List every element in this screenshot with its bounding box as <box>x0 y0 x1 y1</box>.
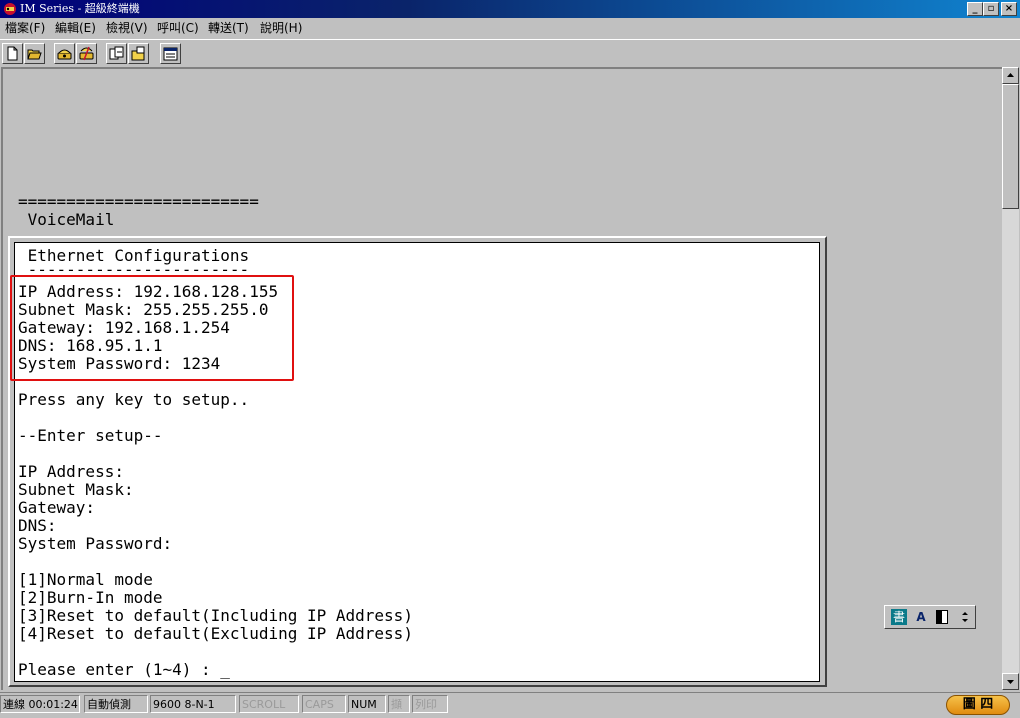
menu-call[interactable]: 呼叫(C) <box>157 19 199 37</box>
product-name: VoiceMail <box>18 210 115 229</box>
field-gateway: Gateway: <box>18 498 96 517</box>
enter-setup-text: --Enter setup-- <box>18 426 163 445</box>
title-bar[interactable]: IM Series - 超級終端機 _ ▫ × <box>0 0 1020 18</box>
ime-width-icon[interactable] <box>936 610 948 624</box>
status-caps: CAPS <box>302 695 346 713</box>
status-num: NUM <box>348 695 386 713</box>
toolbar <box>0 39 1020 67</box>
scroll-down-button[interactable] <box>1002 673 1019 690</box>
vertical-scrollbar[interactable] <box>1002 67 1019 690</box>
scroll-thumb[interactable] <box>1002 84 1019 209</box>
arrow-up-icon <box>1007 73 1014 77</box>
menu-help[interactable]: 說明(H) <box>260 19 302 37</box>
menu-file[interactable]: 檔案(F) <box>5 19 45 37</box>
separator-line: ========================= <box>18 192 259 211</box>
field-subnet-mask: Subnet Mask: <box>18 480 134 499</box>
status-bar: 連線 00:01:24 自動偵測 9600 8-N-1 SCROLL CAPS … <box>0 692 1020 718</box>
press-key-text: Press any key to setup.. <box>18 390 250 409</box>
receive-icon[interactable] <box>128 43 149 64</box>
menu-edit[interactable]: 編輯(E) <box>55 19 96 37</box>
ime-options-icon[interactable] <box>959 608 971 626</box>
status-auto-detect: 自動偵測 <box>84 695 148 713</box>
mode-reset-excluding-ip: [4]Reset to default(Excluding IP Address… <box>18 624 413 643</box>
send-icon[interactable] <box>106 43 127 64</box>
scroll-up-button[interactable] <box>1002 67 1019 84</box>
mode-normal: [1]Normal mode <box>18 570 153 589</box>
ime-toolbar[interactable]: 書 A <box>884 605 976 629</box>
mode-reset-including-ip: [3]Reset to default(Including IP Address… <box>18 606 413 625</box>
window-title: IM Series - 超級終端機 <box>20 2 140 15</box>
status-capture: 擷 <box>388 695 410 713</box>
field-system-password: System Password: <box>18 534 173 553</box>
status-scroll: SCROLL <box>239 695 299 713</box>
maximize-button[interactable]: ▫ <box>983 2 999 16</box>
figure-label: 圖 四 <box>946 695 1010 715</box>
field-dns: DNS: <box>18 516 57 535</box>
call-icon[interactable] <box>54 43 75 64</box>
menu-view[interactable]: 檢視(V) <box>106 19 148 37</box>
ime-alpha-indicator[interactable]: A <box>913 609 929 625</box>
ime-mode-indicator[interactable]: 書 <box>891 609 907 625</box>
status-connected-time: 連線 00:01:24 <box>0 695 80 713</box>
mode-burn-in: [2]Burn-In mode <box>18 588 163 607</box>
close-button[interactable]: × <box>1001 2 1017 16</box>
menu-bar: 檔案(F) 編輯(E) 檢視(V) 呼叫(C) 轉送(T) 說明(H) <box>0 18 1020 38</box>
new-icon[interactable] <box>2 43 23 64</box>
properties-icon[interactable] <box>160 43 181 64</box>
status-print: 列印 <box>412 695 448 713</box>
minimize-button[interactable]: _ <box>967 2 983 16</box>
disconnect-icon[interactable] <box>76 43 97 64</box>
command-prompt[interactable]: Please enter (1~4) : _ <box>18 661 230 679</box>
highlight-box <box>10 275 294 381</box>
menu-transfer[interactable]: 轉送(T) <box>208 19 249 37</box>
open-icon[interactable] <box>24 43 45 64</box>
hyperterminal-app-icon[interactable] <box>3 2 17 16</box>
status-port-settings: 9600 8-N-1 <box>150 695 236 713</box>
arrow-down-icon <box>1007 680 1014 684</box>
field-ip-address: IP Address: <box>18 462 124 481</box>
